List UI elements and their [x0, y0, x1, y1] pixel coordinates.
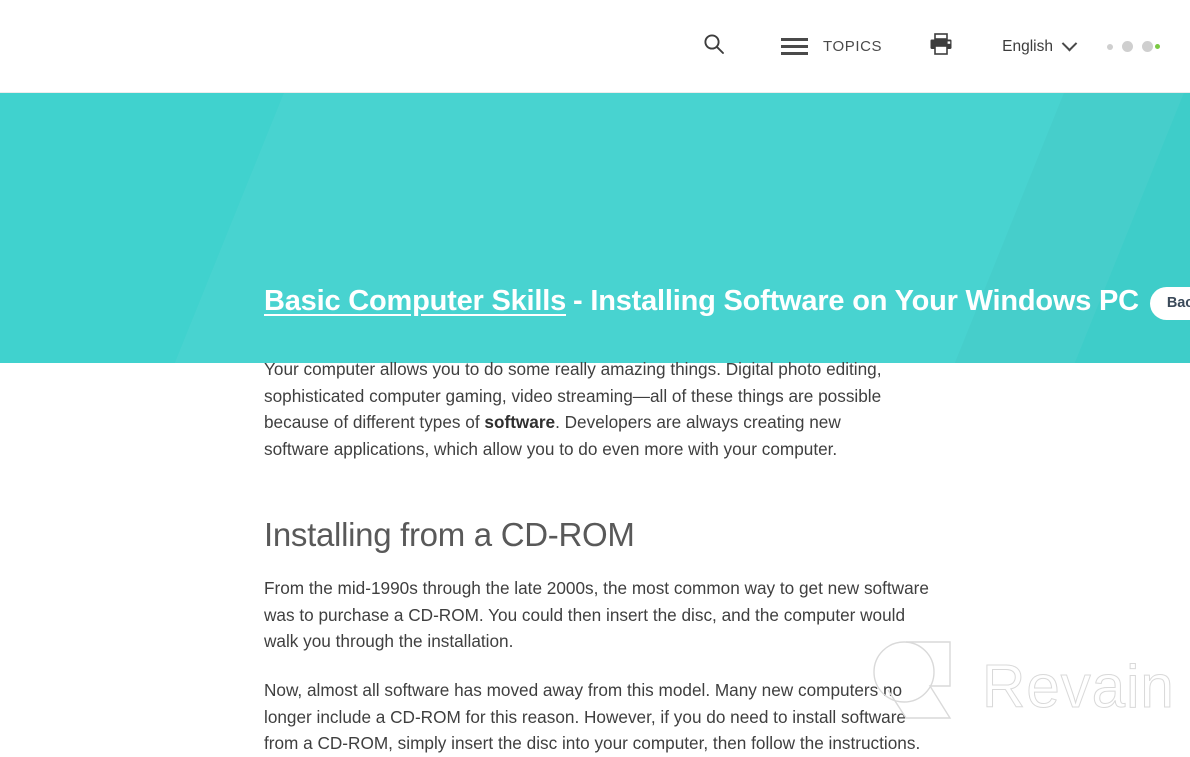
dot-medium-icon [1122, 41, 1133, 52]
topics-menu-button[interactable]: TOPICS [780, 0, 883, 93]
language-selector[interactable]: English [1002, 0, 1078, 93]
dot-large-icon [1142, 41, 1153, 52]
topics-label: TOPICS [822, 38, 883, 55]
cdrom-paragraph-1: From the mid-1990s through the late 2000… [264, 578, 929, 651]
page-title: - Installing Software on Your Windows PC [573, 285, 1139, 317]
hamburger-menu-icon [780, 38, 808, 55]
dot-small-icon [1107, 43, 1113, 50]
chevron-down-icon [1061, 35, 1078, 52]
top-nav-items: TOPICS English [703, 0, 1190, 93]
search-icon [703, 33, 725, 60]
top-navigation-bar: TOPICS English [0, 0, 1190, 93]
software-keyword: software [484, 412, 556, 432]
section-heading-cdrom: Installing from a CD-ROM [264, 516, 635, 553]
language-label: English [1002, 37, 1053, 55]
back-to-tutorial-button[interactable]: Back to Tutorial [1149, 287, 1190, 320]
cdrom-paragraph-2: Now, almost all software has moved away … [264, 680, 921, 753]
revain-watermark-text: Revain [982, 653, 1175, 721]
printer-icon [928, 32, 954, 61]
search-button[interactable] [703, 0, 725, 93]
dot-green-accent-icon [1155, 44, 1160, 49]
intro-paragraph: Your computer allows you to do some real… [264, 356, 884, 462]
print-button[interactable] [928, 0, 954, 93]
page-title-row: Basic Computer Skills - Installing Softw… [264, 285, 1190, 320]
page-hero-banner [0, 93, 1190, 363]
page-indicator-dots[interactable] [1107, 41, 1160, 52]
breadcrumb-tutorial-link[interactable]: Basic Computer Skills [264, 285, 566, 318]
